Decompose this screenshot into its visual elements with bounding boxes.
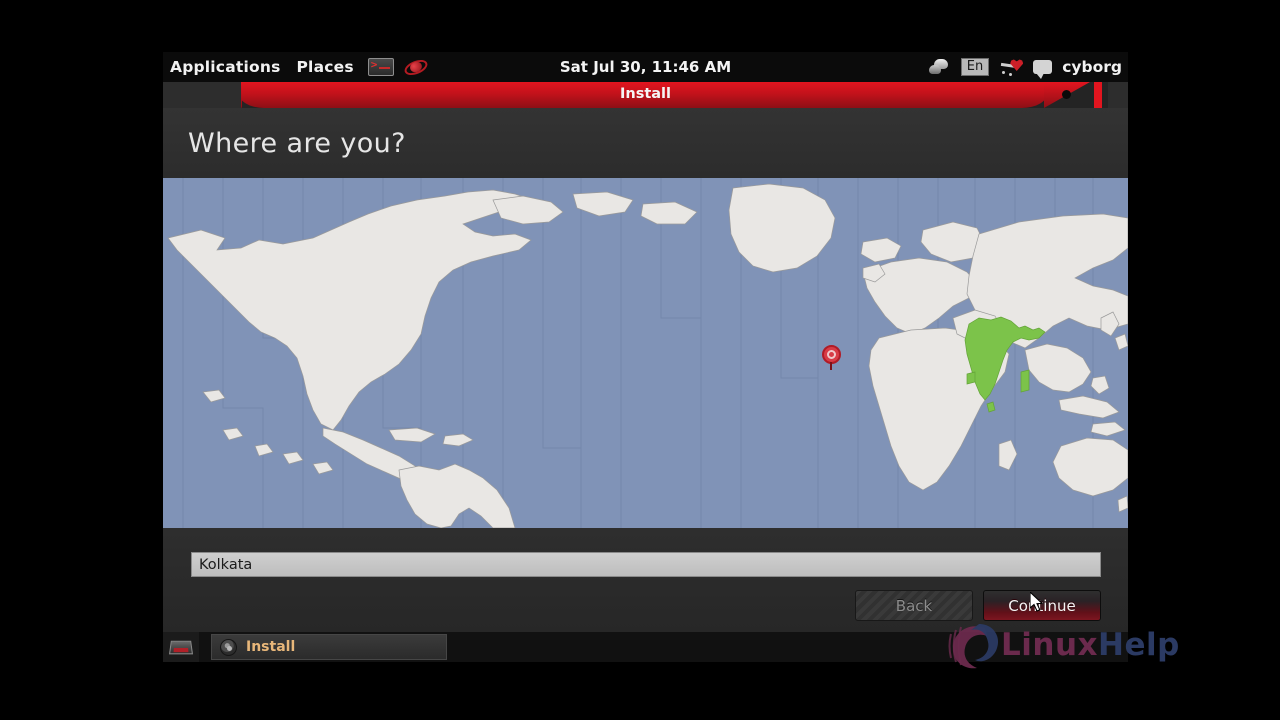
watermark-text: LinuxHelp: [1001, 627, 1180, 663]
location-input[interactable]: [191, 552, 1101, 577]
show-desktop-icon[interactable]: [163, 632, 199, 662]
window-title: Install: [619, 86, 671, 102]
install-window: Install Where are you? .land { fill:#e9e…: [163, 82, 1128, 632]
highlighted-island-b: [1020, 369, 1030, 393]
updates-icon-part-b: [928, 65, 941, 74]
selected-location-marker[interactable]: [822, 345, 841, 370]
taskbar-item-install[interactable]: Install: [211, 634, 447, 660]
marker-ring-inner: [827, 350, 836, 359]
volume-dot-a: [1002, 71, 1006, 74]
screen: Applications Places Sat Jul 30, 11:46 AM…: [0, 0, 1280, 720]
linuxhelp-swirl-icon: [948, 624, 999, 669]
button-row: Back Continue: [855, 590, 1101, 621]
terminal-icon: [367, 58, 394, 76]
menu-places[interactable]: Places: [297, 58, 354, 76]
highlighted-island-a: [966, 371, 976, 385]
launcher-terminal[interactable]: [367, 58, 394, 76]
linuxhelp-watermark: LinuxHelp: [945, 618, 1205, 674]
titlebar-accent-strip: [1094, 82, 1102, 108]
volume-heart: [1010, 59, 1024, 71]
cd-disc-icon: [220, 638, 237, 656]
keyboard-layout-indicator[interactable]: En: [960, 57, 990, 77]
marker-stem: [830, 362, 832, 370]
close-icon[interactable]: [1062, 90, 1071, 99]
window-footer: Back Continue: [163, 528, 1128, 632]
system-tray: En cyborg: [928, 52, 1122, 82]
timezone-map[interactable]: .land { fill:#e9e7e4; stroke:#9a9a9a; st…: [163, 178, 1128, 528]
heading-bar: Where are you?: [163, 108, 1128, 178]
mouse-cursor: [1030, 592, 1044, 612]
updates-icon[interactable]: [928, 58, 951, 76]
page-title: Where are you?: [188, 127, 406, 159]
watermark-linux: Linux: [1001, 627, 1099, 663]
show-desktop-glyph: [168, 640, 194, 655]
chat-bubble-icon[interactable]: [1033, 60, 1053, 79]
top-panel: Applications Places Sat Jul 30, 11:46 AM…: [163, 52, 1128, 82]
volume-dot-b: [1009, 73, 1013, 76]
watermark-help: Help: [1098, 627, 1180, 663]
window-titlebar[interactable]: Install: [163, 82, 1128, 108]
world-map-svg: .land { fill:#e9e7e4; stroke:#9a9a9a; st…: [163, 178, 1128, 528]
back-button[interactable]: Back: [855, 590, 973, 621]
tray-username[interactable]: cyborg: [1062, 58, 1122, 76]
browser-swirl-icon[interactable]: [402, 56, 430, 79]
taskbar-item-label: Install: [246, 639, 296, 655]
volume-icon[interactable]: [999, 57, 1024, 77]
menu-applications[interactable]: Applications: [170, 58, 281, 76]
